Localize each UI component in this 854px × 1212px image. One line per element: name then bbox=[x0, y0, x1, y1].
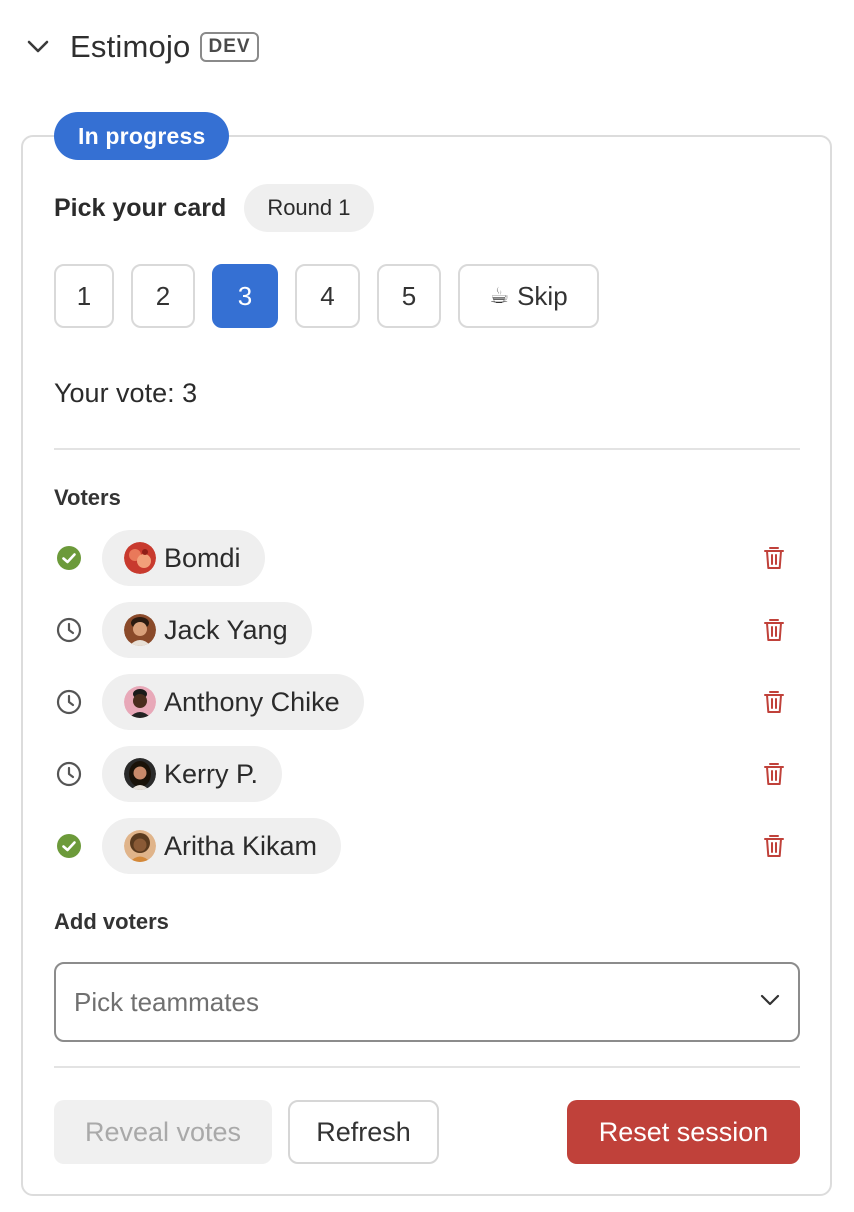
voter-row: Bomdi bbox=[54, 530, 800, 586]
card-label: 1 bbox=[76, 280, 92, 311]
avatar bbox=[124, 614, 156, 646]
divider bbox=[54, 448, 800, 450]
voter-row: Aritha Kikam bbox=[54, 818, 800, 874]
clock-icon bbox=[54, 615, 84, 645]
avatar bbox=[124, 686, 156, 718]
voter-row: Anthony Chike bbox=[54, 674, 800, 730]
card-label: 2 bbox=[155, 280, 171, 311]
voter-name: Aritha Kikam bbox=[164, 830, 318, 861]
card-3-button[interactable]: 3 bbox=[212, 264, 278, 328]
avatar bbox=[124, 758, 156, 790]
voter-name: Bomdi bbox=[164, 542, 241, 573]
trash-icon[interactable] bbox=[758, 758, 790, 790]
picker-placeholder: Pick teammates bbox=[74, 986, 259, 1017]
teammate-picker[interactable]: Pick teammates bbox=[54, 962, 800, 1042]
trash-icon[interactable] bbox=[758, 542, 790, 574]
card-label: 3 bbox=[237, 280, 253, 311]
trash-icon[interactable] bbox=[758, 614, 790, 646]
voters-list: Bomdi Jack Yang Anthony Chike Kerry P. A… bbox=[54, 530, 800, 890]
card-label: 5 bbox=[401, 280, 417, 311]
voter-chip: Aritha Kikam bbox=[102, 818, 342, 874]
trash-icon[interactable] bbox=[758, 686, 790, 718]
chevron-down-icon[interactable] bbox=[24, 33, 52, 61]
card-1-button[interactable]: 1 bbox=[54, 264, 114, 328]
clock-icon bbox=[54, 759, 84, 789]
card-2-button[interactable]: 2 bbox=[131, 264, 195, 328]
voter-name: Kerry P. bbox=[164, 758, 259, 789]
voter-chip: Anthony Chike bbox=[102, 674, 364, 730]
skip-button[interactable]: ☕ Skip bbox=[458, 264, 599, 328]
card-4-button[interactable]: 4 bbox=[295, 264, 360, 328]
voter-name: Jack Yang bbox=[164, 614, 288, 645]
status-badge: In progress bbox=[54, 112, 230, 160]
card-label: Skip bbox=[517, 280, 568, 311]
voters-label: Voters bbox=[54, 485, 121, 510]
pick-card-title: Pick your card bbox=[54, 193, 227, 222]
clock-icon bbox=[54, 687, 84, 717]
voter-name: Anthony Chike bbox=[164, 686, 340, 717]
coffee-icon: ☕ bbox=[489, 283, 510, 308]
divider bbox=[54, 1066, 800, 1068]
card-label: 4 bbox=[320, 280, 335, 311]
your-vote-text: Your vote: 3 bbox=[54, 378, 198, 408]
env-badge: DEV bbox=[200, 32, 259, 62]
reveal-votes-button[interactable]: Reveal votes bbox=[54, 1100, 272, 1164]
voter-chip: Bomdi bbox=[102, 530, 265, 586]
pick-card-header: Pick your card Round 1 bbox=[54, 184, 374, 232]
refresh-button[interactable]: Refresh bbox=[288, 1100, 439, 1164]
check-circle-icon bbox=[54, 543, 84, 573]
voter-chip: Kerry P. bbox=[102, 746, 283, 802]
voter-chip: Jack Yang bbox=[102, 602, 312, 658]
reset-session-button[interactable]: Reset session bbox=[567, 1100, 800, 1164]
card-options: 1 2 3 4 5 ☕ Skip bbox=[54, 264, 616, 328]
voter-row: Kerry P. bbox=[54, 746, 800, 802]
chevron-down-icon bbox=[760, 993, 780, 1011]
app-title: Estimojo bbox=[70, 29, 191, 64]
trash-icon[interactable] bbox=[758, 830, 790, 862]
check-circle-icon bbox=[54, 831, 84, 861]
app-header: Estimojo DEV bbox=[24, 22, 259, 72]
voter-row: Jack Yang bbox=[54, 602, 800, 658]
avatar bbox=[124, 542, 156, 574]
avatar bbox=[124, 830, 156, 862]
card-5-button[interactable]: 5 bbox=[377, 264, 441, 328]
round-badge: Round 1 bbox=[244, 184, 374, 232]
add-voters-label: Add voters bbox=[54, 909, 169, 934]
